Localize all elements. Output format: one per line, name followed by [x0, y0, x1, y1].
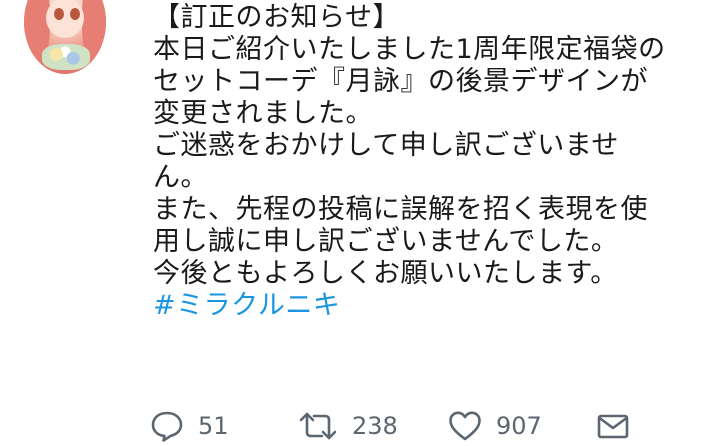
- tweet-line: セットコーデ『月詠』の後景デザインが: [153, 66, 648, 97]
- retweet-count: 238: [352, 412, 398, 440]
- avatar[interactable]: [24, 0, 106, 74]
- tweet-line: また、先程の投稿に誤解を招く表現を使: [153, 194, 648, 225]
- tweet-line: ご迷惑をおかけして申し訳ございませ: [153, 130, 619, 161]
- tweet-line: ん。: [153, 162, 208, 193]
- tweet-line: 用し誠に申し訳ございませんでした。: [153, 226, 619, 257]
- like-button[interactable]: 907: [448, 408, 542, 444]
- reply-count: 51: [198, 412, 229, 440]
- like-count: 907: [496, 412, 542, 440]
- reply-button[interactable]: 51: [150, 408, 229, 444]
- tweet-line: 【訂正のお知らせ】: [153, 2, 400, 33]
- avatar-flowers: [42, 44, 90, 70]
- tweet: 【訂正のお知らせ】 本日ご紹介いたしました1周年限定福袋の セットコーデ『月詠』…: [0, 0, 720, 446]
- heart-icon: [448, 410, 482, 442]
- tweet-actions: 51 238 907: [150, 408, 650, 444]
- retweet-button[interactable]: 238: [298, 408, 398, 444]
- tweet-line: 今後ともよろしくお願いいたします。: [153, 258, 618, 289]
- reply-icon: [150, 410, 184, 442]
- tweet-line: 本日ご紹介いたしました1周年限定福袋の: [153, 34, 666, 65]
- avatar-face: [46, 0, 84, 38]
- avatar-eye: [54, 8, 64, 20]
- hashtag-link[interactable]: #ミラクルニキ: [153, 290, 713, 322]
- avatar-eye: [70, 8, 80, 20]
- message-button[interactable]: [596, 408, 630, 444]
- retweet-icon: [298, 410, 338, 442]
- envelope-icon: [596, 410, 630, 442]
- tweet-line: 変更されました。: [153, 98, 373, 129]
- tweet-text: 【訂正のお知らせ】 本日ご紹介いたしました1周年限定福袋の セットコーデ『月詠』…: [153, 2, 713, 322]
